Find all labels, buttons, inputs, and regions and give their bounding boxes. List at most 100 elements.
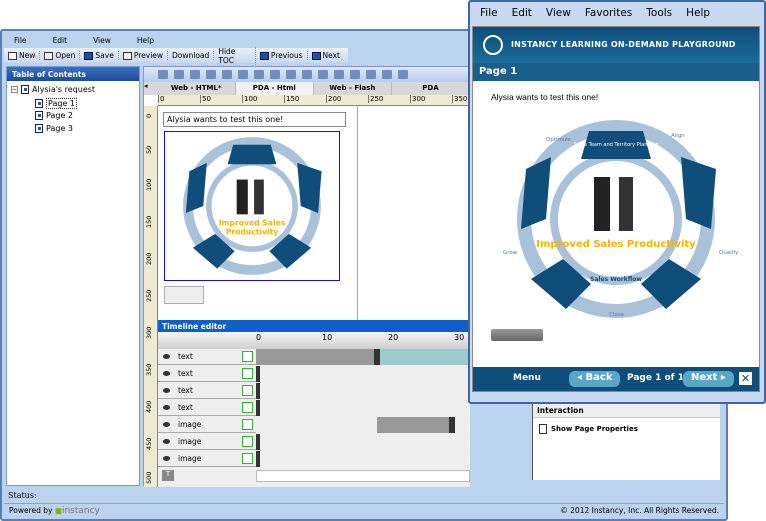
- canvas-text-box[interactable]: Alysia wants to test this one!: [163, 112, 346, 127]
- delete-icon[interactable]: [398, 70, 408, 79]
- next-button[interactable]: Next ▸: [683, 371, 734, 387]
- timeline-row[interactable]: image: [158, 451, 470, 467]
- folder-icon[interactable]: [302, 70, 312, 79]
- ruler-tick: 500: [145, 471, 153, 484]
- row-checkbox[interactable]: [242, 368, 253, 379]
- menu-button[interactable]: Menu: [513, 373, 541, 383]
- save-icon: [84, 51, 94, 60]
- visibility-icon[interactable]: [163, 456, 170, 461]
- open-icon: [44, 51, 54, 60]
- toc-page-label: Page 1: [46, 98, 77, 109]
- tab-scroll-left[interactable]: ◂: [144, 82, 158, 95]
- row-label: image: [178, 420, 202, 429]
- segment-lead: [681, 157, 716, 229]
- menu-help[interactable]: Help: [686, 7, 710, 21]
- timeline-title: Timeline editor: [158, 320, 470, 332]
- menu-file[interactable]: File: [480, 7, 498, 21]
- flash-icon[interactable]: [190, 70, 200, 79]
- timeline-row[interactable]: text: [158, 383, 470, 399]
- collapse-icon[interactable]: −: [11, 86, 18, 93]
- previous-button[interactable]: Previous: [259, 51, 308, 60]
- color-icon[interactable]: [206, 70, 216, 79]
- tab-pda[interactable]: PDA: [392, 82, 470, 95]
- person-figure: [619, 177, 633, 231]
- menu-view[interactable]: View: [93, 36, 111, 45]
- visibility-icon[interactable]: [163, 388, 170, 393]
- open-button[interactable]: Open: [44, 51, 81, 60]
- frame-icon[interactable]: [254, 70, 264, 79]
- ring-label: Sales Workflow: [590, 276, 642, 283]
- preview-button[interactable]: Preview: [122, 51, 169, 60]
- table-icon[interactable]: [334, 70, 344, 79]
- ruler-tick: 0: [145, 113, 153, 118]
- visibility-icon[interactable]: [163, 439, 170, 444]
- form-icon[interactable]: [238, 70, 248, 79]
- download-button[interactable]: Download: [172, 51, 215, 60]
- toc-root-label: Alysia's request: [32, 85, 96, 94]
- menu-edit[interactable]: Edit: [53, 36, 68, 45]
- tab-web-html[interactable]: Web - HTML*: [158, 82, 236, 95]
- add-text-track-button[interactable]: T: [162, 470, 174, 481]
- toc-header: Table of Contents: [7, 67, 139, 81]
- copyright: © 2012 Instancy, Inc. All Rights Reserve…: [560, 506, 719, 515]
- menu-help[interactable]: Help: [137, 36, 154, 45]
- toc-page-1[interactable]: Page 1: [35, 98, 77, 109]
- toc-page-3[interactable]: Page 3: [35, 124, 73, 133]
- timeline-row[interactable]: text: [158, 400, 470, 416]
- page-icon[interactable]: [318, 70, 328, 79]
- tab-web-flash[interactable]: Web - Flash: [314, 82, 392, 95]
- close-icon[interactable]: ✕: [739, 372, 752, 385]
- timeline-row[interactable]: image: [158, 434, 470, 450]
- menu-tools[interactable]: Tools: [646, 7, 672, 21]
- next-button[interactable]: Next: [311, 51, 344, 60]
- bullets-icon[interactable]: [286, 70, 296, 79]
- text-icon[interactable]: [158, 70, 168, 79]
- new-label: New: [19, 51, 36, 60]
- menu-file[interactable]: File: [14, 36, 27, 45]
- visibility-icon[interactable]: [163, 371, 170, 376]
- row-checkbox[interactable]: [242, 419, 253, 430]
- row-checkbox[interactable]: [242, 402, 253, 413]
- toc-page-2[interactable]: Page 2: [35, 111, 73, 120]
- list-icon[interactable]: [270, 70, 280, 79]
- preview-label: Preview: [133, 51, 164, 60]
- new-icon: [8, 51, 17, 60]
- svg-text:Improved Sales: Improved Sales: [219, 218, 286, 227]
- timeline-row[interactable]: text: [158, 366, 470, 382]
- menu-view[interactable]: View: [546, 7, 571, 21]
- image-icon[interactable]: [174, 70, 184, 79]
- toc-root[interactable]: − Alysia's request: [11, 85, 95, 94]
- ruler-tick: 200: [145, 252, 153, 265]
- menu-favorites[interactable]: Favorites: [585, 7, 632, 21]
- inner-ring: [550, 153, 682, 285]
- save-button[interactable]: Save: [84, 51, 119, 60]
- interaction-panel: Interaction Show Page Properties: [532, 404, 720, 480]
- new-button[interactable]: New: [8, 51, 41, 60]
- visibility-icon[interactable]: [163, 422, 170, 427]
- tab-pda-html[interactable]: PDA - Html: [235, 82, 314, 95]
- row-checkbox[interactable]: [242, 453, 253, 464]
- line-icon[interactable]: [350, 70, 360, 79]
- visibility-icon[interactable]: [163, 354, 170, 359]
- output-tabs: ◂ Web - HTML* PDA - Html Web - Flash PDA: [144, 82, 470, 95]
- row-label: text: [178, 352, 193, 361]
- row-checkbox[interactable]: [242, 351, 253, 362]
- audio-controls[interactable]: [491, 329, 543, 341]
- back-button[interactable]: ◂ Back: [569, 371, 621, 387]
- show-page-properties[interactable]: Show Page Properties: [533, 418, 720, 440]
- picture-icon[interactable]: [366, 70, 376, 79]
- menu-edit[interactable]: Edit: [512, 7, 532, 21]
- outer-label: Grow: [503, 250, 518, 256]
- row-checkbox[interactable]: [242, 436, 253, 447]
- timeline-row[interactable]: text: [158, 349, 470, 365]
- browser-menu-bar: File Edit View Favorites Tools Help: [480, 7, 724, 21]
- hide-toc-button[interactable]: Hide TOC: [218, 46, 256, 65]
- properties-icon[interactable]: [382, 70, 392, 79]
- visibility-icon[interactable]: [163, 405, 170, 410]
- row-checkbox[interactable]: [242, 385, 253, 396]
- canvas-image[interactable]: Improved Sales Productivity: [164, 131, 340, 281]
- timeline-scrollbar[interactable]: [256, 470, 470, 482]
- timeline-row[interactable]: image: [158, 417, 470, 433]
- audio-icon[interactable]: [222, 70, 232, 79]
- canvas-media-player[interactable]: [164, 286, 204, 304]
